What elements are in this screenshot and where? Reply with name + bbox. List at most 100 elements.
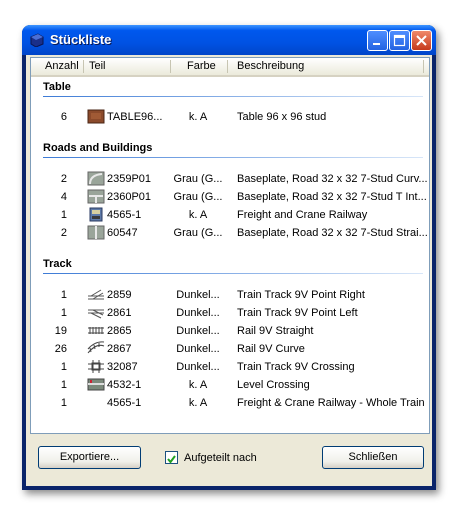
group-label: Track [43, 258, 72, 270]
close-button[interactable] [411, 30, 432, 51]
cell-farbe: k. A [188, 111, 208, 123]
table-row[interactable]: 26 2867 Dunkel... Rail 9V Curve [31, 340, 429, 358]
column-header-teil[interactable]: Teil [89, 60, 106, 72]
cell-anzahl: 6 [60, 111, 67, 123]
cell-teil: TABLE96... [107, 111, 163, 123]
group-divider [43, 96, 423, 97]
close-icon [416, 35, 427, 46]
cell-beschreibung: Train Track 9V Crossing [237, 361, 355, 373]
group-divider [43, 157, 423, 158]
cell-anzahl: 1 [60, 307, 67, 319]
cell-farbe: Dunkel... [176, 289, 220, 301]
group-label: Roads and Buildings [43, 142, 153, 154]
cell-anzahl: 1 [60, 361, 67, 373]
column-separator[interactable] [83, 60, 84, 73]
rail-curve-icon [87, 341, 105, 354]
group-divider [43, 273, 423, 274]
cell-teil: 2859 [107, 289, 132, 301]
cell-teil: 60547 [107, 227, 138, 239]
table-part-icon [87, 109, 105, 124]
group-track[interactable]: Track [31, 256, 429, 276]
table-row[interactable]: 1 2859 Dunkel... Train Track 9V Point Ri… [31, 286, 429, 304]
cell-anzahl: 4 [60, 191, 67, 203]
table-row[interactable]: 4 2360P01 Grau (G... Baseplate, Road 32 … [31, 188, 429, 206]
cell-beschreibung: Baseplate, Road 32 x 32 7-Stud Strai... [237, 227, 428, 239]
cell-anzahl: 1 [60, 379, 67, 391]
table-row[interactable]: 19 2865 Dunkel... Rail 9V Straight [31, 322, 429, 340]
cell-beschreibung: Freight & Crane Railway - Whole Train [237, 397, 425, 409]
cell-teil: 2867 [107, 343, 132, 355]
cell-beschreibung: Rail 9V Straight [237, 325, 314, 337]
cell-teil: 32087 [107, 361, 138, 373]
cell-anzahl: 1 [60, 397, 67, 409]
table-row[interactable]: 1 4565-1 k. A Freight and Crane Railway [31, 206, 429, 224]
cell-teil: 2861 [107, 307, 132, 319]
cell-beschreibung: Train Track 9V Point Right [237, 289, 365, 301]
maximize-icon [393, 34, 406, 47]
cell-farbe: k. A [188, 209, 208, 221]
cell-teil: 2865 [107, 325, 132, 337]
column-header-anzahl[interactable]: Anzahl [45, 60, 79, 72]
parts-list[interactable]: Anzahl Teil Farbe Beschreibung Table 6 T… [30, 57, 430, 434]
cell-teil: 2359P01 [107, 173, 152, 185]
cell-anzahl: 2 [60, 227, 67, 239]
cell-beschreibung: Train Track 9V Point Left [237, 307, 358, 319]
column-header-beschreibung[interactable]: Beschreibung [237, 60, 304, 72]
cell-farbe: Dunkel... [176, 343, 220, 355]
cell-teil: 4532-1 [107, 379, 142, 391]
cell-beschreibung: Baseplate, Road 32 x 32 7-Stud Curv... [237, 173, 428, 185]
cell-anzahl: 26 [54, 343, 67, 355]
cell-anzahl: 1 [60, 209, 67, 221]
cell-anzahl: 1 [60, 289, 67, 301]
column-header-farbe[interactable]: Farbe [187, 60, 216, 72]
minimize-button[interactable] [367, 30, 388, 51]
cell-beschreibung: Table 96 x 96 stud [237, 111, 327, 123]
cell-beschreibung: Level Crossing [237, 379, 310, 391]
checkmark-icon [167, 455, 176, 464]
cell-beschreibung: Freight and Crane Railway [237, 209, 368, 221]
group-table[interactable]: Table [31, 79, 429, 99]
close-dialog-button[interactable]: Schließen [322, 446, 424, 469]
export-button[interactable]: Exportiere... [38, 446, 141, 469]
table-row[interactable]: 6 TABLE96... k. A Table 96 x 96 stud [31, 108, 429, 126]
column-separator[interactable] [227, 60, 228, 73]
window-client: Anzahl Teil Farbe Beschreibung Table 6 T… [26, 55, 432, 486]
group-roads-and-buildings[interactable]: Roads and Buildings [31, 140, 429, 160]
table-row[interactable]: 1 4565-1 k. A Freight & Crane Railway - … [31, 394, 429, 412]
cell-anzahl: 2 [60, 173, 67, 185]
cell-anzahl: 19 [54, 325, 67, 337]
aufgeteilt-checkbox[interactable] [165, 451, 178, 464]
cell-farbe: k. A [188, 379, 208, 391]
cell-beschreibung: Baseplate, Road 32 x 32 7-Stud T Int... [237, 191, 427, 203]
baseplate-straight-icon [87, 225, 105, 240]
cell-farbe: Dunkel... [176, 361, 220, 373]
train-set-icon [89, 207, 103, 222]
cell-farbe: k. A [188, 397, 208, 409]
cell-farbe: Dunkel... [176, 307, 220, 319]
list-header: Anzahl Teil Farbe Beschreibung [31, 58, 429, 77]
cell-farbe: Grau (G... [173, 173, 223, 185]
cell-farbe: Dunkel... [176, 325, 220, 337]
minimize-icon [373, 43, 380, 45]
table-row[interactable]: 1 4532-1 k. A Level Crossing [31, 376, 429, 394]
column-separator[interactable] [170, 60, 171, 73]
table-row[interactable]: 1 2861 Dunkel... Train Track 9V Point Le… [31, 304, 429, 322]
stueckliste-window: Stückliste Anzahl Teil Farbe Beschreibun… [22, 25, 436, 490]
baseplate-t-icon [87, 189, 105, 204]
aufgeteilt-label[interactable]: Aufgeteilt nach [184, 452, 257, 464]
table-row[interactable]: 2 60547 Grau (G... Baseplate, Road 32 x … [31, 224, 429, 242]
level-crossing-icon [87, 378, 105, 391]
brick-icon [30, 33, 44, 47]
cell-farbe: Grau (G... [173, 227, 223, 239]
group-label: Table [43, 81, 71, 93]
cell-teil: 2360P01 [107, 191, 152, 203]
baseplate-curve-icon [87, 171, 105, 186]
title-bar[interactable]: Stückliste [22, 25, 436, 55]
track-point-right-icon [88, 289, 104, 300]
table-row[interactable]: 1 32087 Dunkel... Train Track 9V Crossin… [31, 358, 429, 376]
cell-beschreibung: Rail 9V Curve [237, 343, 305, 355]
maximize-button[interactable] [389, 30, 410, 51]
cell-teil: 4565-1 [107, 209, 142, 221]
column-separator[interactable] [423, 60, 424, 73]
table-row[interactable]: 2 2359P01 Grau (G... Baseplate, Road 32 … [31, 170, 429, 188]
